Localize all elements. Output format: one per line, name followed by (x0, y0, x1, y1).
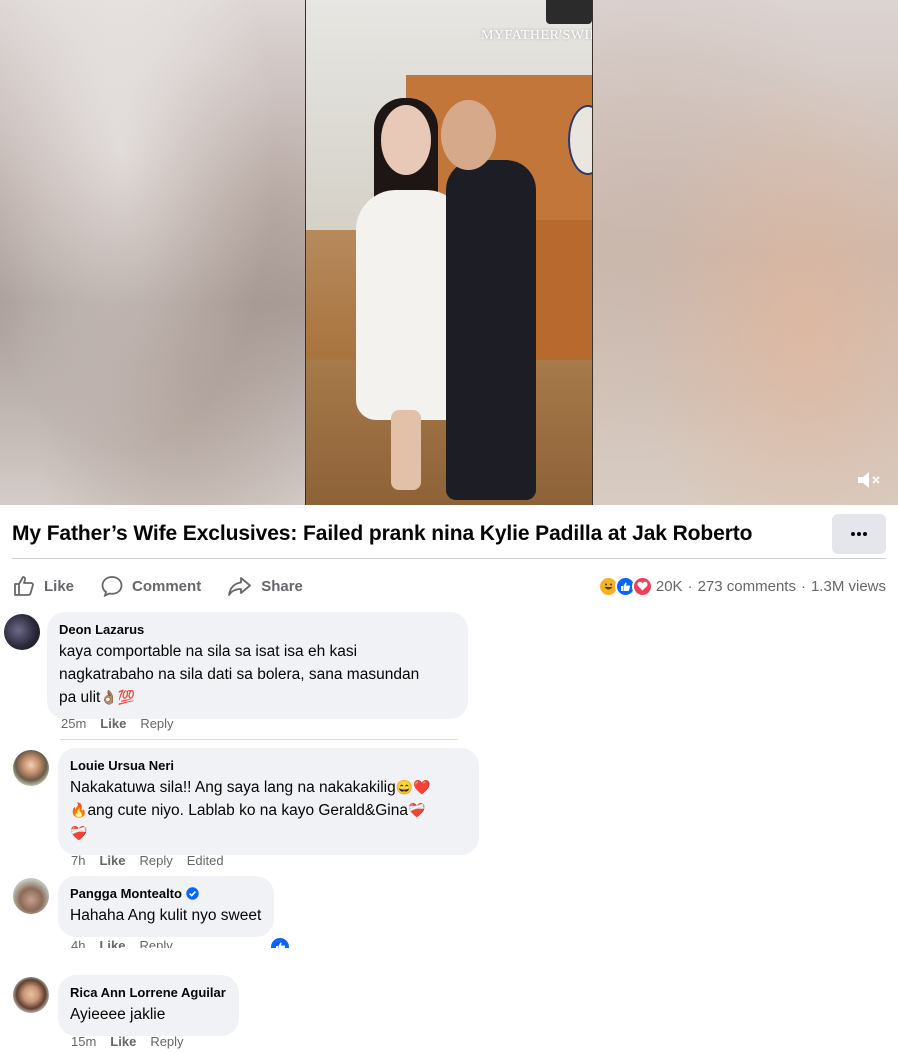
comment-text-segment: Nakakatuwa sila!! Ang saya lang na nakak… (70, 779, 396, 796)
stats-separator: · (687, 577, 693, 595)
comment-author[interactable]: Pangga Montealto (70, 885, 261, 902)
video-scene-camera (546, 0, 592, 24)
comment-text-line: Nakakatuwa sila!! Ang saya lang na nakak… (70, 776, 467, 799)
comment-meta: 7h Like Reply Edited (71, 853, 224, 868)
comment-time[interactable]: 4h (71, 939, 85, 948)
like-reaction-icon (270, 937, 290, 948)
comment-like-button[interactable]: Like (99, 853, 125, 868)
emoji: 😄❤️ (395, 779, 431, 795)
comment-text-segment: pa ulit (59, 689, 101, 706)
emoji: 👌🏽💯 (100, 689, 136, 705)
comment-item: Louie Ursua Neri Nakakatuwa sila!! Ang s… (13, 748, 479, 855)
comment-like-button[interactable]: Like (110, 1034, 136, 1049)
comment-text-line: kaya comportable na sila sa isat isa eh … (59, 643, 358, 660)
verified-badge-icon (186, 887, 199, 900)
avatar[interactable] (4, 614, 40, 650)
reaction-icons[interactable] (597, 575, 653, 597)
comment-bubble: Pangga Montealto Hahaha Ang kulit nyo sw… (58, 876, 275, 937)
love-reaction-icon (631, 575, 653, 597)
comment-reply-button[interactable]: Reply (140, 716, 173, 731)
share-button[interactable]: Share (227, 574, 303, 598)
comment-meta: 25m Like Reply (61, 716, 174, 731)
video-watermark: MYFATHER'SWIFE (481, 28, 592, 43)
stats-separator: · (800, 577, 806, 595)
comment-item: Rica Ann Lorrene Aguilar Ayieeee jaklie (13, 975, 239, 1036)
comment-text: Hahaha Ang kulit nyo sweet (70, 907, 262, 924)
comment-label: Comment (132, 577, 202, 595)
emoji: ❤️‍🩹 (407, 802, 426, 818)
comment-reply-button[interactable]: Reply (150, 1034, 183, 1049)
comment-like-button[interactable]: Like (100, 716, 126, 731)
comment-item: Pangga Montealto Hahaha Ang kulit nyo sw… (13, 876, 275, 937)
views-count: 1.3M views (810, 577, 886, 595)
comment-item: Deon Lazarus kaya comportable na sila sa… (4, 612, 468, 719)
comment-text-line: nagkatrabaho na sila dati sa bolera, san… (59, 666, 420, 683)
speaker-muted-icon (858, 472, 880, 488)
emoji: ❤️‍🩹 (70, 825, 88, 841)
post-title: My Father’s Wife Exclusives: Failed pran… (12, 522, 753, 545)
thread-divider (60, 739, 458, 740)
post-actions: Like Comment Share (12, 574, 303, 598)
video-scene-suit (446, 160, 536, 500)
thumbs-up-icon (14, 576, 34, 596)
mute-button[interactable] (854, 465, 884, 495)
share-arrow-icon (228, 577, 252, 596)
comment-bubble: Rica Ann Lorrene Aguilar Ayieeee jaklie (58, 975, 239, 1036)
video-blur-right (593, 0, 898, 505)
comment-text-segment: ang cute niyo. Lablab ko na kayo Gerald&… (87, 802, 408, 819)
comment-reaction-badge[interactable] (270, 937, 290, 948)
like-button[interactable]: Like (12, 574, 74, 598)
comment-bubble: Louie Ursua Neri Nakakatuwa sila!! Ang s… (58, 748, 479, 855)
comment-button[interactable]: Comment (100, 574, 201, 598)
comment-text: Ayieeee jaklie (70, 1006, 166, 1023)
comment-text: kaya comportable na sila sa isat isa eh … (59, 640, 456, 709)
reaction-count[interactable]: 20K (656, 578, 683, 595)
comment-edited-label: Edited (186, 853, 224, 868)
video-scene-man (441, 100, 496, 170)
avatar[interactable] (13, 878, 49, 914)
comment-bubble: Deon Lazarus kaya comportable na sila sa… (47, 612, 468, 719)
comment-author[interactable]: Louie Ursua Neri (70, 757, 467, 774)
comment-bubble-icon (101, 576, 123, 598)
emoji: 🔥 (70, 802, 88, 818)
comment-meta: 4h Like Reply (71, 939, 173, 948)
comment-author[interactable]: Rica Ann Lorrene Aguilar (70, 984, 226, 1001)
more-dots-icon (851, 532, 867, 536)
like-label: Like (44, 577, 75, 595)
comment-time[interactable]: 7h (71, 853, 85, 868)
video-player[interactable]: MYFATHER'SWIFE (0, 0, 898, 505)
comment-time[interactable]: 15m (71, 1034, 96, 1049)
comment-like-button[interactable]: Like (99, 939, 125, 948)
more-options-button[interactable] (832, 514, 886, 554)
comment-text-line: ❤️‍🩹 (70, 822, 467, 845)
title-divider (12, 558, 886, 559)
video-scene-legs (391, 410, 421, 490)
post-actions-row: Like Comment Share 20K · 273 comments · … (12, 568, 886, 604)
comment-reply-button[interactable]: Reply (139, 939, 172, 948)
comment-text-line: pa ulit👌🏽💯 (59, 686, 456, 709)
comment-text: Nakakatuwa sila!! Ang saya lang na nakak… (70, 776, 467, 845)
comment-author[interactable]: Deon Lazarus (59, 621, 456, 638)
avatar[interactable] (13, 977, 49, 1013)
post-title-row: My Father’s Wife Exclusives: Failed pran… (12, 510, 886, 558)
post-stats: 20K · 273 comments · 1.3M views (597, 575, 886, 597)
share-label: Share (261, 577, 303, 595)
video-scene-woman (381, 105, 431, 175)
comment-text-line: 🔥ang cute niyo. Lablab ko na kayo Gerald… (70, 799, 467, 822)
comment-reply-button[interactable]: Reply (139, 853, 172, 868)
comment-author-name: Pangga Montealto (70, 886, 182, 901)
video-blur-left (0, 0, 305, 505)
video-frame[interactable]: MYFATHER'SWIFE (305, 0, 593, 505)
avatar[interactable] (13, 750, 49, 786)
comment-meta: 15m Like Reply (71, 1034, 184, 1049)
comments-count[interactable]: 273 comments (698, 578, 796, 595)
comment-time[interactable]: 25m (61, 716, 86, 731)
